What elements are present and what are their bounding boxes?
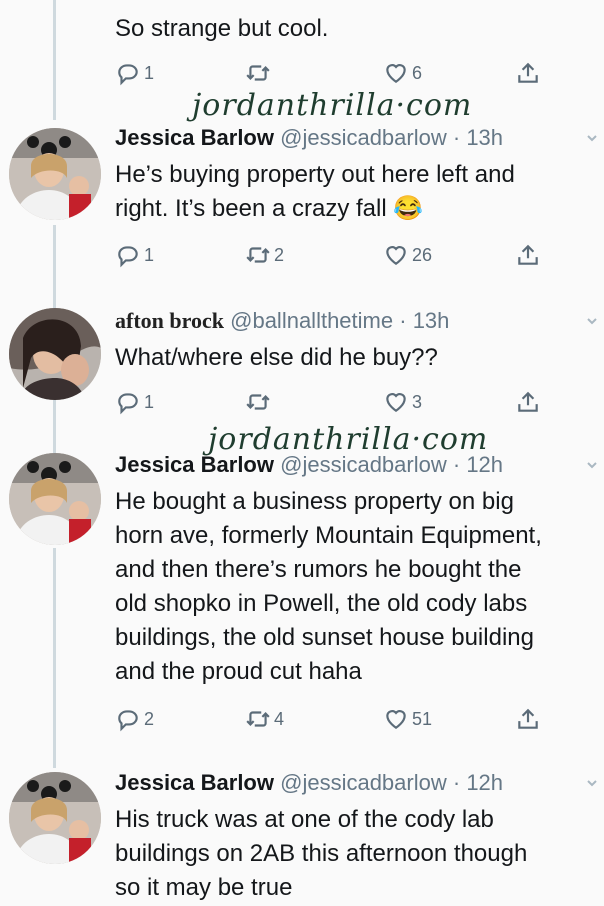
tweet-actions: 1 6 xyxy=(115,58,538,88)
thread-line xyxy=(53,0,56,120)
avatar[interactable] xyxy=(9,308,101,400)
separator: · xyxy=(399,308,407,333)
reply-button[interactable]: 1 xyxy=(115,58,154,88)
handle[interactable]: @jessicadbarlow xyxy=(280,770,447,795)
share-button[interactable] xyxy=(515,240,541,270)
separator: · xyxy=(452,770,461,795)
separator: · xyxy=(452,452,461,477)
heart-icon xyxy=(386,393,406,412)
avatar-photo xyxy=(9,772,101,864)
tweet-actions: 1 3 xyxy=(115,387,538,417)
handle[interactable]: @ballnallthetime xyxy=(230,308,393,333)
heart-icon xyxy=(386,710,406,729)
retweet-count: 2 xyxy=(274,244,285,265)
reply-count: 2 xyxy=(144,708,155,729)
more-menu-button[interactable] xyxy=(586,314,598,326)
avatar[interactable] xyxy=(9,772,101,864)
reply-button[interactable]: 2 xyxy=(115,704,154,734)
like-button[interactable]: 51 xyxy=(383,704,432,734)
tweet-text: His truck was at one of the cody lab bui… xyxy=(115,806,528,901)
tweet-text: He bought a business property on big hor… xyxy=(115,488,542,685)
reply-count: 1 xyxy=(144,391,155,412)
heart-icon xyxy=(386,246,406,265)
display-name[interactable]: afton brock xyxy=(115,308,224,333)
avatar-photo xyxy=(9,308,101,400)
separator: · xyxy=(452,125,461,150)
tweet-header: Jessica Barlow @jessicadbarlow · 13h xyxy=(115,125,503,151)
chevron-down-icon xyxy=(587,135,597,142)
like-count: 6 xyxy=(412,62,423,83)
thread-line xyxy=(53,400,56,455)
avatar[interactable] xyxy=(9,128,101,220)
tweet-actions: 2 4 51 xyxy=(115,704,538,734)
reply-count: 1 xyxy=(144,244,155,265)
like-count: 26 xyxy=(412,244,433,265)
share-icon xyxy=(518,708,538,729)
retweet-button[interactable]: 4 xyxy=(245,704,284,734)
reply-count: 1 xyxy=(144,62,155,83)
retweet-icon xyxy=(246,711,270,727)
like-count: 3 xyxy=(412,391,423,412)
reply-icon xyxy=(118,710,138,732)
retweet-icon xyxy=(246,65,270,81)
reply-icon xyxy=(118,64,138,86)
tweet-header: Jessica Barlow @jessicadbarlow · 12h xyxy=(115,770,503,796)
timestamp[interactable]: 12h xyxy=(466,770,503,795)
retweet-count: 4 xyxy=(274,708,285,729)
tweet-text: What/where else did he buy?? xyxy=(115,344,438,371)
tweet-header: afton brock @ballnallthetime · 13h xyxy=(115,308,449,334)
retweet-icon xyxy=(246,394,270,410)
retweet-button[interactable] xyxy=(245,387,274,417)
display-name[interactable]: Jessica Barlow xyxy=(115,770,274,795)
timestamp[interactable]: 13h xyxy=(466,125,503,150)
more-menu-button[interactable] xyxy=(586,776,598,788)
like-button[interactable]: 3 xyxy=(383,387,422,417)
tweet-text: He’s buying property out here left and r… xyxy=(115,161,515,222)
handle[interactable]: @jessicadbarlow xyxy=(280,452,447,477)
like-button[interactable]: 26 xyxy=(383,240,432,270)
share-button[interactable] xyxy=(515,58,541,88)
handle[interactable]: @jessicadbarlow xyxy=(280,125,447,150)
avatar-photo xyxy=(9,453,101,545)
reply-icon xyxy=(118,393,138,415)
share-button[interactable] xyxy=(515,704,541,734)
more-menu-button[interactable] xyxy=(586,131,598,143)
chevron-down-icon xyxy=(587,462,597,469)
share-button[interactable] xyxy=(515,387,541,417)
share-icon xyxy=(518,244,538,265)
watermark: jordanthrilla·com xyxy=(192,88,473,123)
avatar[interactable] xyxy=(9,453,101,545)
retweet-button[interactable] xyxy=(245,58,274,88)
tweet-actions: 1 2 26 xyxy=(115,240,538,270)
avatar-photo xyxy=(9,128,101,220)
thread-line xyxy=(53,548,56,768)
more-menu-button[interactable] xyxy=(586,458,598,470)
share-icon xyxy=(518,62,538,83)
timestamp[interactable]: 12h xyxy=(466,452,503,477)
retweet-icon xyxy=(246,247,270,263)
like-button[interactable]: 6 xyxy=(383,58,422,88)
tweet-header: Jessica Barlow @jessicadbarlow · 12h xyxy=(115,452,503,478)
heart-icon xyxy=(386,64,406,83)
thread-line xyxy=(53,225,56,310)
reply-button[interactable]: 1 xyxy=(115,387,154,417)
display-name[interactable]: Jessica Barlow xyxy=(115,125,274,150)
reply-button[interactable]: 1 xyxy=(115,240,154,270)
retweet-button[interactable]: 2 xyxy=(245,240,284,270)
chevron-down-icon xyxy=(587,780,597,787)
chevron-down-icon xyxy=(587,318,597,325)
timestamp[interactable]: 13h xyxy=(413,308,450,333)
display-name[interactable]: Jessica Barlow xyxy=(115,452,274,477)
tweet-text: So strange but cool. xyxy=(115,15,329,42)
reply-icon xyxy=(118,246,138,268)
share-icon xyxy=(518,391,538,412)
like-count: 51 xyxy=(412,708,433,729)
